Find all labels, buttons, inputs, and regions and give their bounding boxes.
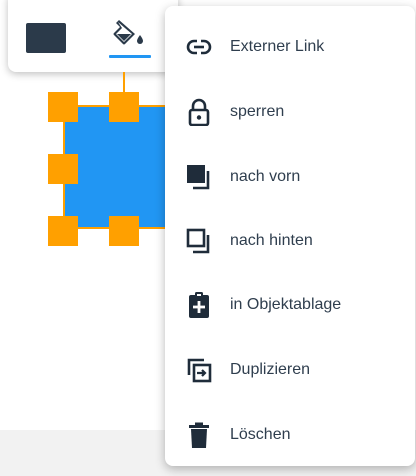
menu-item-delete[interactable]: Löschen — [165, 410, 415, 460]
color-swatch-button[interactable] — [26, 23, 66, 53]
shape-toolbar — [8, 0, 178, 72]
clipboard-add-icon — [189, 292, 209, 318]
menu-item-external-link[interactable]: Externer Link — [165, 22, 415, 72]
resize-handle-bottom[interactable] — [109, 216, 139, 246]
menu-item-label: Duplizieren — [230, 361, 311, 378]
menu-item-duplicate[interactable]: Duplizieren — [165, 345, 415, 395]
lock-icon — [188, 98, 210, 126]
trash-icon — [189, 422, 209, 448]
menu-item-label: Löschen — [230, 426, 291, 443]
menu-item-add-to-clipboard[interactable]: in Objektablage — [165, 280, 415, 330]
resize-handle-bottom-left[interactable] — [48, 216, 78, 246]
fill-bucket-icon — [113, 20, 143, 45]
active-tab-indicator — [109, 55, 151, 58]
menu-item-label: nach hinten — [230, 232, 313, 249]
link-icon — [186, 39, 212, 55]
resize-handle-top[interactable] — [109, 92, 139, 122]
menu-item-label: nach vorn — [230, 168, 301, 185]
menu-item-send-to-back[interactable]: nach hinten — [165, 216, 415, 266]
resize-handle-left[interactable] — [48, 154, 78, 184]
duplicate-icon — [187, 358, 212, 383]
context-menu: Externer Link sperren nach vorn nach hin… — [165, 6, 415, 466]
menu-item-bring-to-front[interactable]: nach vorn — [165, 152, 415, 202]
menu-item-label: sperren — [230, 103, 285, 120]
send-to-back-icon — [186, 228, 210, 254]
menu-item-label: Externer Link — [230, 38, 325, 55]
menu-item-lock[interactable]: sperren — [165, 87, 415, 137]
menu-item-label: in Objektablage — [230, 296, 342, 313]
resize-handle-top-left[interactable] — [48, 92, 78, 122]
bring-to-front-icon — [187, 165, 210, 190]
